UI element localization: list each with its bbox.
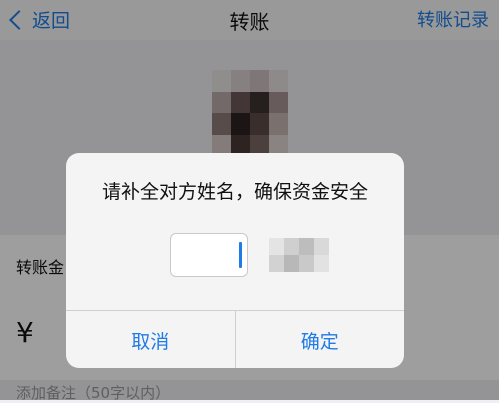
confirm-button[interactable]: 确定 [234,311,405,368]
name-verification-dialog: 请补全对方姓名，确保资金安全 取消 确定 [66,153,404,368]
dialog-button-row: 取消 确定 [66,310,404,368]
cancel-button[interactable]: 取消 [66,311,235,368]
dialog-title: 请补全对方姓名，确保资金安全 [101,181,368,203]
text-cursor [239,242,242,268]
name-input[interactable] [170,233,248,277]
masked-name-hint [269,238,329,272]
